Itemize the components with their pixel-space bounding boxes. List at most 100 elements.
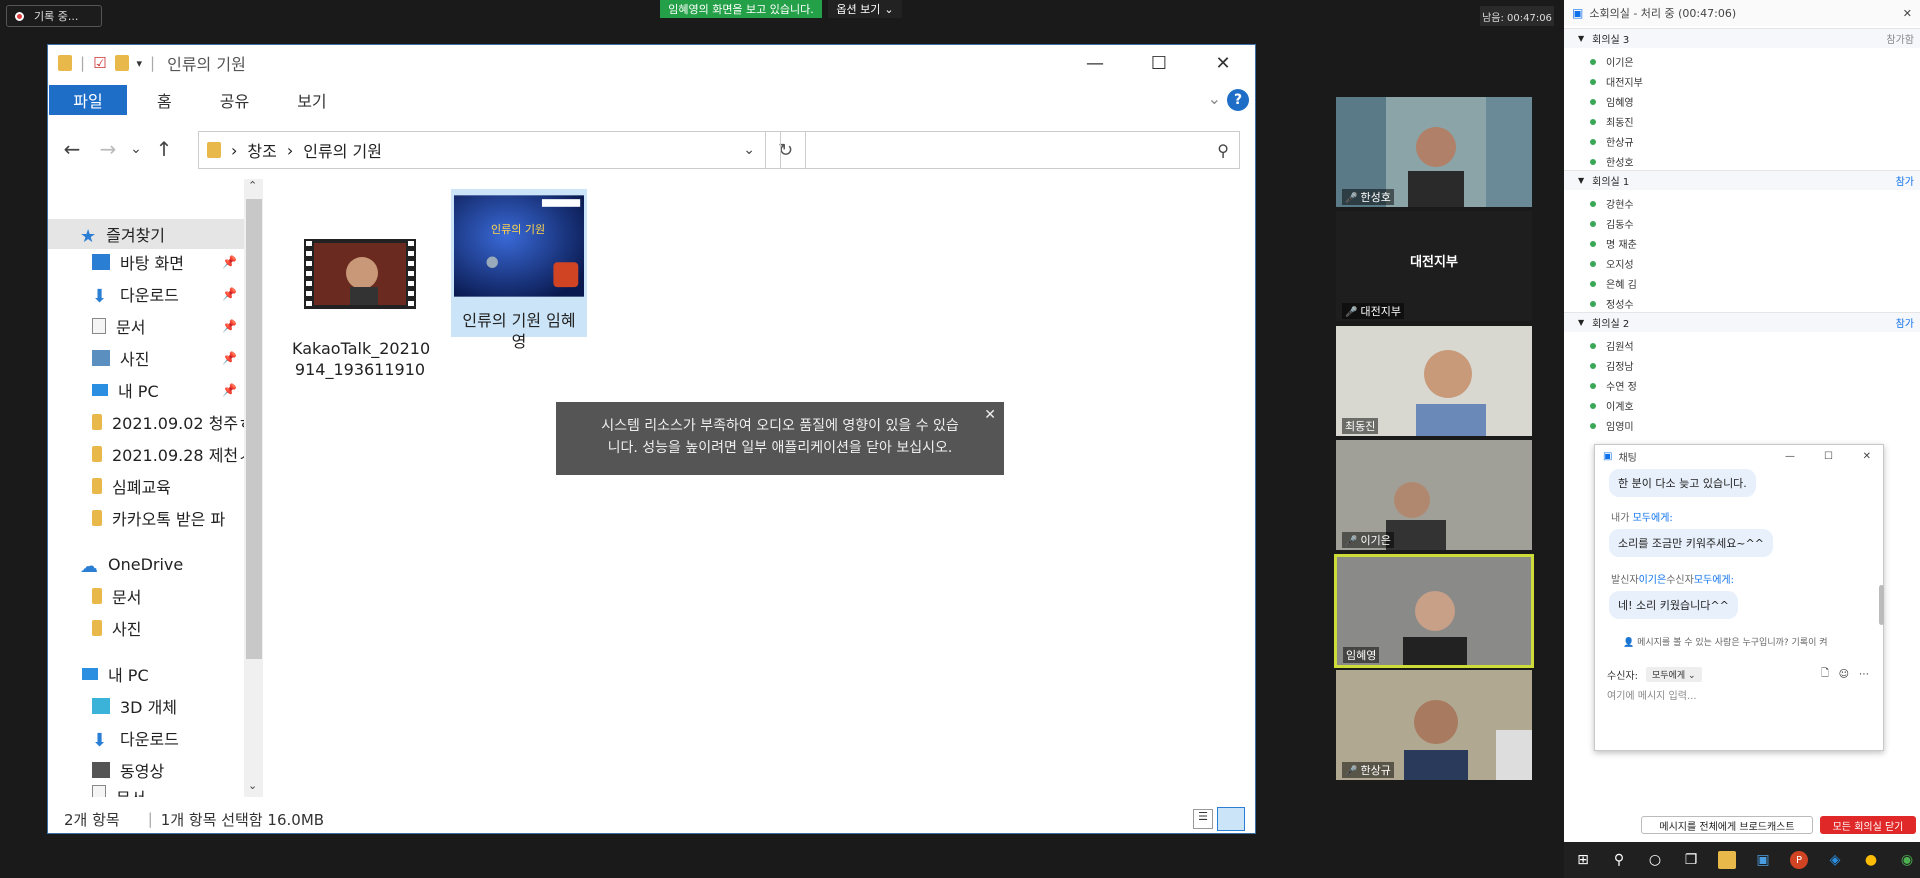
close-button[interactable]: ✕: [1191, 45, 1255, 81]
file-icon[interactable]: 🗋: [1821, 666, 1829, 683]
pin-icon[interactable]: 📌: [222, 383, 237, 397]
sidebar-item-documents[interactable]: 문서: [92, 785, 145, 797]
collapse-icon[interactable]: ▼: [1578, 34, 1584, 43]
new-folder-icon[interactable]: [114, 55, 129, 71]
kakaotalk-icon[interactable]: ●: [1862, 851, 1880, 869]
join-button[interactable]: 참가: [1896, 173, 1914, 188]
sender-link[interactable]: 이기은: [1639, 575, 1667, 586]
status-dot: [1590, 300, 1596, 307]
minimize-icon[interactable]: —: [1785, 451, 1795, 462]
sidebar-scrollbar[interactable]: ⌃ ⌄: [244, 179, 263, 797]
video-tile[interactable]: 🎤 한성호: [1336, 97, 1532, 207]
sidebar-item-folder[interactable]: 문서: [92, 581, 141, 611]
recording-indicator[interactable]: 기록 중...: [6, 5, 102, 27]
sidebar-item-folder[interactable]: 심폐교육: [92, 471, 171, 501]
large-icons-view-icon[interactable]: [1217, 807, 1245, 831]
more-icon[interactable]: ⋯: [1859, 669, 1869, 680]
tab-home[interactable]: 홈: [127, 88, 196, 112]
cortana-icon[interactable]: ○: [1646, 851, 1664, 869]
close-all-rooms-button[interactable]: 모든 회의실 닫기: [1820, 816, 1916, 834]
sidebar-item-this-pc[interactable]: 내 PC: [92, 375, 159, 405]
tab-share[interactable]: 공유: [196, 88, 273, 112]
sidebar-item-folder[interactable]: 2021.09.28 제천ㅅ: [92, 439, 253, 469]
forward-icon[interactable]: →: [90, 137, 126, 161]
collapse-icon[interactable]: ▼: [1578, 176, 1584, 185]
breadcrumb-item[interactable]: 인류의 기원: [303, 138, 382, 162]
view-options-button[interactable]: 옵션 보기 ⌄: [828, 0, 902, 18]
properties-icon[interactable]: ☑: [93, 54, 106, 72]
details-view-icon[interactable]: ☰: [1193, 809, 1213, 829]
address-bar[interactable]: › 창조 › 인류의 기원 ⌄: [198, 131, 766, 169]
sidebar-item-folder[interactable]: 사진: [92, 613, 141, 643]
app-icon[interactable]: ◈: [1826, 851, 1844, 869]
chrome-icon[interactable]: ◉: [1898, 851, 1916, 869]
room-header[interactable]: ▼ 회의실 1 참가: [1564, 170, 1920, 190]
emoji-icon[interactable]: ☺: [1839, 669, 1849, 680]
join-button[interactable]: 참가함: [1886, 31, 1914, 46]
breadcrumb-item[interactable]: 창조: [247, 138, 276, 162]
room-header[interactable]: ▼ 회의실 2 참가: [1564, 312, 1920, 332]
scroll-up-icon[interactable]: ⌃: [248, 179, 257, 192]
recipient-link[interactable]: 모두에게:: [1694, 575, 1734, 586]
broadcast-message-button[interactable]: 메시지를 전체에게 브로드캐스트: [1641, 816, 1813, 834]
sidebar-item-documents[interactable]: 문서: [92, 311, 145, 341]
task-view-icon[interactable]: ❐: [1682, 851, 1700, 869]
windows-start-icon[interactable]: ⊞: [1574, 851, 1592, 869]
pin-icon[interactable]: 📌: [222, 287, 237, 301]
help-icon[interactable]: ?: [1227, 89, 1249, 111]
tab-view[interactable]: 보기: [273, 88, 350, 112]
scrollbar-thumb[interactable]: [246, 199, 262, 659]
join-button[interactable]: 참가: [1896, 315, 1914, 330]
participant-name: 🎤 한성호: [1342, 189, 1394, 205]
minimize-button[interactable]: —: [1063, 45, 1127, 81]
recipient-link[interactable]: 모두에게:: [1633, 513, 1673, 524]
close-icon[interactable]: ✕: [1903, 7, 1912, 20]
pin-icon[interactable]: 📌: [222, 255, 237, 269]
sidebar-item-desktop[interactable]: 바탕 화면: [92, 247, 184, 277]
back-icon[interactable]: ←: [54, 137, 90, 161]
ribbon-expand-icon[interactable]: ⌄: [1208, 89, 1221, 108]
recipient-select[interactable]: 모두에게 ⌄: [1645, 666, 1702, 682]
video-tile[interactable]: 🎤 이기은: [1336, 440, 1532, 550]
sidebar-item-onedrive[interactable]: ☁ OneDrive: [80, 549, 183, 579]
maximize-button[interactable]: ☐: [1127, 45, 1191, 81]
search-icon[interactable]: ⚲: [1610, 851, 1628, 869]
chat-visibility-info[interactable]: 👤 메시지를 볼 수 있는 사람은 누구입니까? 기록이 켜: [1623, 635, 1828, 648]
chat-message-input[interactable]: 여기에 메시지 입력...: [1607, 687, 1697, 702]
recipient-label: 수신자:: [1607, 670, 1638, 682]
video-tile[interactable]: 대전지부 🎤 대전지부: [1336, 211, 1532, 321]
address-dropdown-icon[interactable]: ⌄: [743, 142, 755, 158]
pin-icon[interactable]: 📌: [222, 351, 237, 365]
chat-scrollbar[interactable]: [1879, 585, 1884, 625]
file-item[interactable]: KakaoTalk_20210 914_193611910: [292, 215, 430, 380]
collapse-icon[interactable]: ▼: [1578, 318, 1584, 327]
video-tile-active-speaker[interactable]: 임혜영: [1334, 554, 1534, 668]
zoom-app-icon[interactable]: ▣: [1754, 851, 1772, 869]
pin-icon[interactable]: 📌: [222, 319, 237, 333]
quick-access-dropdown-icon[interactable]: ▾: [137, 57, 143, 70]
powerpoint-icon[interactable]: P: [1790, 851, 1808, 869]
room-header[interactable]: ▼ 회의실 3 참가함: [1564, 28, 1920, 48]
sidebar-item-3d-objects[interactable]: 3D 개체: [92, 691, 177, 721]
sidebar-item-downloads[interactable]: ⬇ 다운로드: [92, 279, 179, 309]
video-tile[interactable]: 최동진: [1336, 326, 1532, 436]
close-icon[interactable]: ✕: [1863, 451, 1871, 462]
sidebar-item-this-pc[interactable]: 내 PC: [82, 659, 149, 689]
tab-file[interactable]: 파일: [49, 85, 127, 115]
sidebar-item-downloads[interactable]: ⬇ 다운로드: [92, 723, 179, 753]
status-bar: 2개 항목 | 1개 항목 선택함 16.0MB ☰: [48, 805, 1255, 833]
search-input[interactable]: ⚲: [780, 131, 1240, 169]
sidebar-item-videos[interactable]: 동영상: [92, 755, 164, 785]
sidebar-item-quick-access[interactable]: ★ 즐겨찾기: [48, 219, 244, 249]
scroll-down-icon[interactable]: ⌄: [248, 779, 257, 792]
file-explorer-icon[interactable]: [1718, 851, 1736, 869]
sidebar-item-pictures[interactable]: 사진: [92, 343, 149, 373]
sidebar-item-folder[interactable]: 2021.09.02 청주ㅎ: [92, 407, 253, 437]
file-item-selected[interactable]: 인류의 기원 인류의 기원 임혜 영: [451, 189, 587, 351]
up-icon[interactable]: ↑: [146, 137, 182, 161]
close-icon[interactable]: ✕: [984, 404, 996, 426]
maximize-icon[interactable]: ☐: [1824, 451, 1833, 462]
recent-locations-icon[interactable]: ⌄: [126, 141, 146, 157]
video-tile[interactable]: 🎤 한상규: [1336, 670, 1532, 780]
sidebar-item-folder[interactable]: 카카오톡 받은 파: [92, 503, 225, 533]
